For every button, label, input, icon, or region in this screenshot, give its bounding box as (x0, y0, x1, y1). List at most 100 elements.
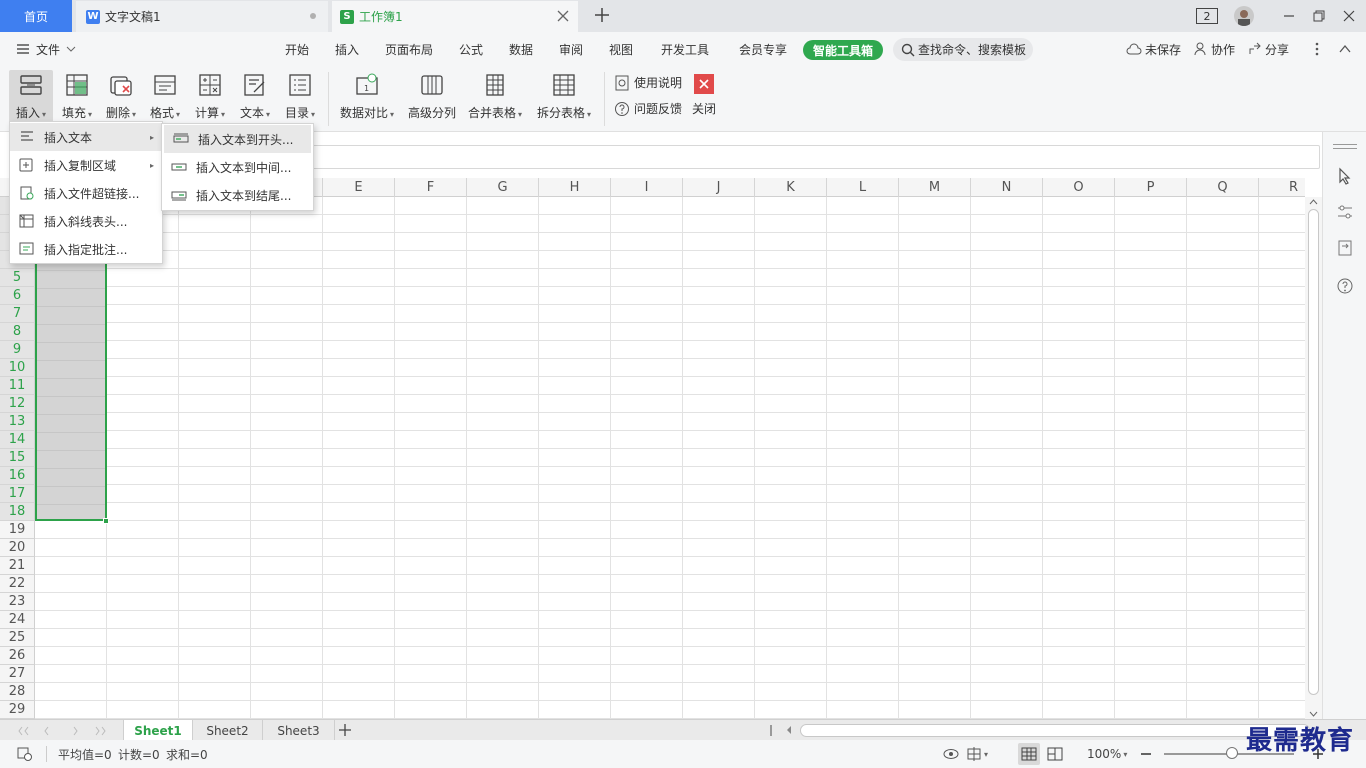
menu-member[interactable]: 会员专享 (739, 32, 787, 66)
split-tables-button[interactable]: 拆分表格 ▾ (534, 70, 594, 126)
help-circle-icon[interactable] (1335, 276, 1355, 296)
close-toolbox-button[interactable]: 关闭 (692, 74, 716, 117)
help-button[interactable]: 使用说明 (614, 74, 682, 91)
sheet-nav-arrows-icon[interactable] (18, 725, 108, 737)
menu-start[interactable]: 开始 (285, 32, 309, 66)
row-header[interactable]: 10 (0, 359, 35, 377)
spreadsheet-grid[interactable]: E F G H I J K L M N O P Q R 5 6 7 8 9 10 11 12 1… (0, 178, 1305, 719)
column-header-r[interactable]: R (1259, 178, 1305, 197)
column-header-q[interactable]: Q (1187, 178, 1259, 197)
fill-button[interactable]: 填充 ▾ (57, 70, 97, 126)
row-header[interactable]: 5 (0, 269, 35, 287)
close-window-icon[interactable] (1342, 9, 1356, 23)
menu-item-insert-text-middle[interactable]: 插入文本到中间... (162, 153, 313, 181)
column-header-m[interactable]: M (899, 178, 971, 197)
more-options-icon[interactable] (1314, 41, 1320, 57)
column-header-l[interactable]: L (827, 178, 899, 197)
normal-view-button[interactable] (1018, 743, 1040, 765)
input-method-button[interactable]: ▾ (966, 740, 988, 768)
menu-item-insert-diagonal-header[interactable]: 插入斜线表头... (10, 207, 162, 235)
advanced-split-button[interactable]: 高级分列 (406, 70, 458, 126)
sheet-tab-2[interactable]: Sheet2 (193, 720, 263, 741)
fill-handle[interactable] (103, 518, 109, 524)
calculate-button[interactable]: 计算 ▾ (190, 70, 230, 126)
row-header[interactable]: 7 (0, 305, 35, 323)
column-header-h[interactable]: H (539, 178, 611, 197)
menu-item-insert-text-start[interactable]: 插入文本到开头... (164, 125, 311, 153)
smart-toolbox-tab[interactable]: 智能工具箱 (803, 40, 883, 60)
new-tab-icon[interactable] (594, 7, 610, 23)
menu-developer[interactable]: 开发工具 (661, 32, 709, 66)
transfer-icon[interactable] (1335, 238, 1355, 258)
merge-tables-button[interactable]: 合并表格 ▾ (466, 70, 524, 126)
minimize-icon[interactable] (1282, 9, 1296, 23)
restore-icon[interactable] (1312, 9, 1326, 23)
menu-view[interactable]: 视图 (609, 32, 633, 66)
scroll-down-icon[interactable] (1305, 709, 1322, 719)
row-header[interactable]: 9 (0, 341, 35, 359)
row-header[interactable]: 15 (0, 449, 35, 467)
vertical-scrollbar[interactable] (1305, 197, 1322, 719)
row-header[interactable]: 24 (0, 611, 35, 629)
avatar[interactable] (1234, 6, 1254, 26)
tab-home[interactable]: 首页 (0, 0, 72, 32)
scroll-left-icon[interactable] (785, 725, 793, 735)
row-header[interactable]: 17 (0, 485, 35, 503)
settings-sliders-icon[interactable] (1335, 202, 1355, 222)
column-header-g[interactable]: G (467, 178, 539, 197)
menu-formula[interactable]: 公式 (459, 32, 483, 66)
insert-button[interactable]: 插入 ▾ (9, 70, 53, 126)
row-header[interactable]: 8 (0, 323, 35, 341)
row-header[interactable]: 19 (0, 521, 35, 539)
menu-page-layout[interactable]: 页面布局 (385, 32, 433, 66)
column-header-n[interactable]: N (971, 178, 1043, 197)
toc-button[interactable]: 目录 ▾ (280, 70, 320, 126)
file-menu[interactable]: 文件 (16, 32, 76, 66)
row-header[interactable]: 12 (0, 395, 35, 413)
menu-item-insert-file-link[interactable]: 插入文件超链接... (10, 179, 162, 207)
column-header-o[interactable]: O (1043, 178, 1115, 197)
column-header-j[interactable]: J (683, 178, 755, 197)
menu-item-insert-comment[interactable]: 插入指定批注... (10, 235, 162, 263)
row-header[interactable]: 22 (0, 575, 35, 593)
row-header[interactable]: 20 (0, 539, 35, 557)
row-header[interactable]: 26 (0, 647, 35, 665)
row-header[interactable]: 25 (0, 629, 35, 647)
row-header[interactable]: 6 (0, 287, 35, 305)
row-header[interactable]: 28 (0, 683, 35, 701)
column-header-i[interactable]: I (611, 178, 683, 197)
cell-area[interactable] (35, 197, 1305, 719)
formula-input[interactable] (310, 145, 1320, 169)
menu-insert[interactable]: 插入 (335, 32, 359, 66)
eye-protection-icon[interactable] (942, 746, 960, 762)
tab-workbook[interactable]: S 工作簿1 (332, 1, 578, 32)
menu-review[interactable]: 审阅 (559, 32, 583, 66)
row-header[interactable]: 11 (0, 377, 35, 395)
row-header[interactable]: 18 (0, 503, 35, 521)
window-count-badge[interactable]: 2 (1196, 8, 1218, 24)
row-header[interactable]: 21 (0, 557, 35, 575)
row-header[interactable]: 16 (0, 467, 35, 485)
sheet-tab-1[interactable]: Sheet1 (123, 720, 193, 741)
row-header[interactable]: 13 (0, 413, 35, 431)
scroll-up-icon[interactable] (1305, 197, 1322, 207)
menu-data[interactable]: 数据 (509, 32, 533, 66)
row-header[interactable]: 29 (0, 701, 35, 719)
text-button[interactable]: 文本 ▾ (235, 70, 275, 126)
menu-item-insert-text-end[interactable]: 插入文本到结尾... (162, 181, 313, 209)
row-header[interactable]: 27 (0, 665, 35, 683)
delete-button[interactable]: 删除 ▾ (101, 70, 141, 126)
column-header-e[interactable]: E (323, 178, 395, 197)
add-sheet-icon[interactable] (338, 723, 352, 737)
row-header[interactable]: 23 (0, 593, 35, 611)
sheet-tab-3[interactable]: Sheet3 (263, 720, 335, 741)
data-compare-button[interactable]: 1 数据对比 ▾ (336, 70, 398, 126)
macro-icon[interactable] (16, 746, 34, 762)
splitter-handle[interactable] (770, 725, 772, 736)
column-header-f[interactable]: F (395, 178, 467, 197)
zoom-out-icon[interactable] (1140, 748, 1152, 760)
page-view-icon[interactable] (1046, 746, 1064, 762)
menu-item-insert-copy-region[interactable]: 插入复制区域 ▸ (10, 151, 162, 179)
row-header[interactable]: 14 (0, 431, 35, 449)
unsaved-button[interactable]: 未保存 (1126, 32, 1181, 66)
